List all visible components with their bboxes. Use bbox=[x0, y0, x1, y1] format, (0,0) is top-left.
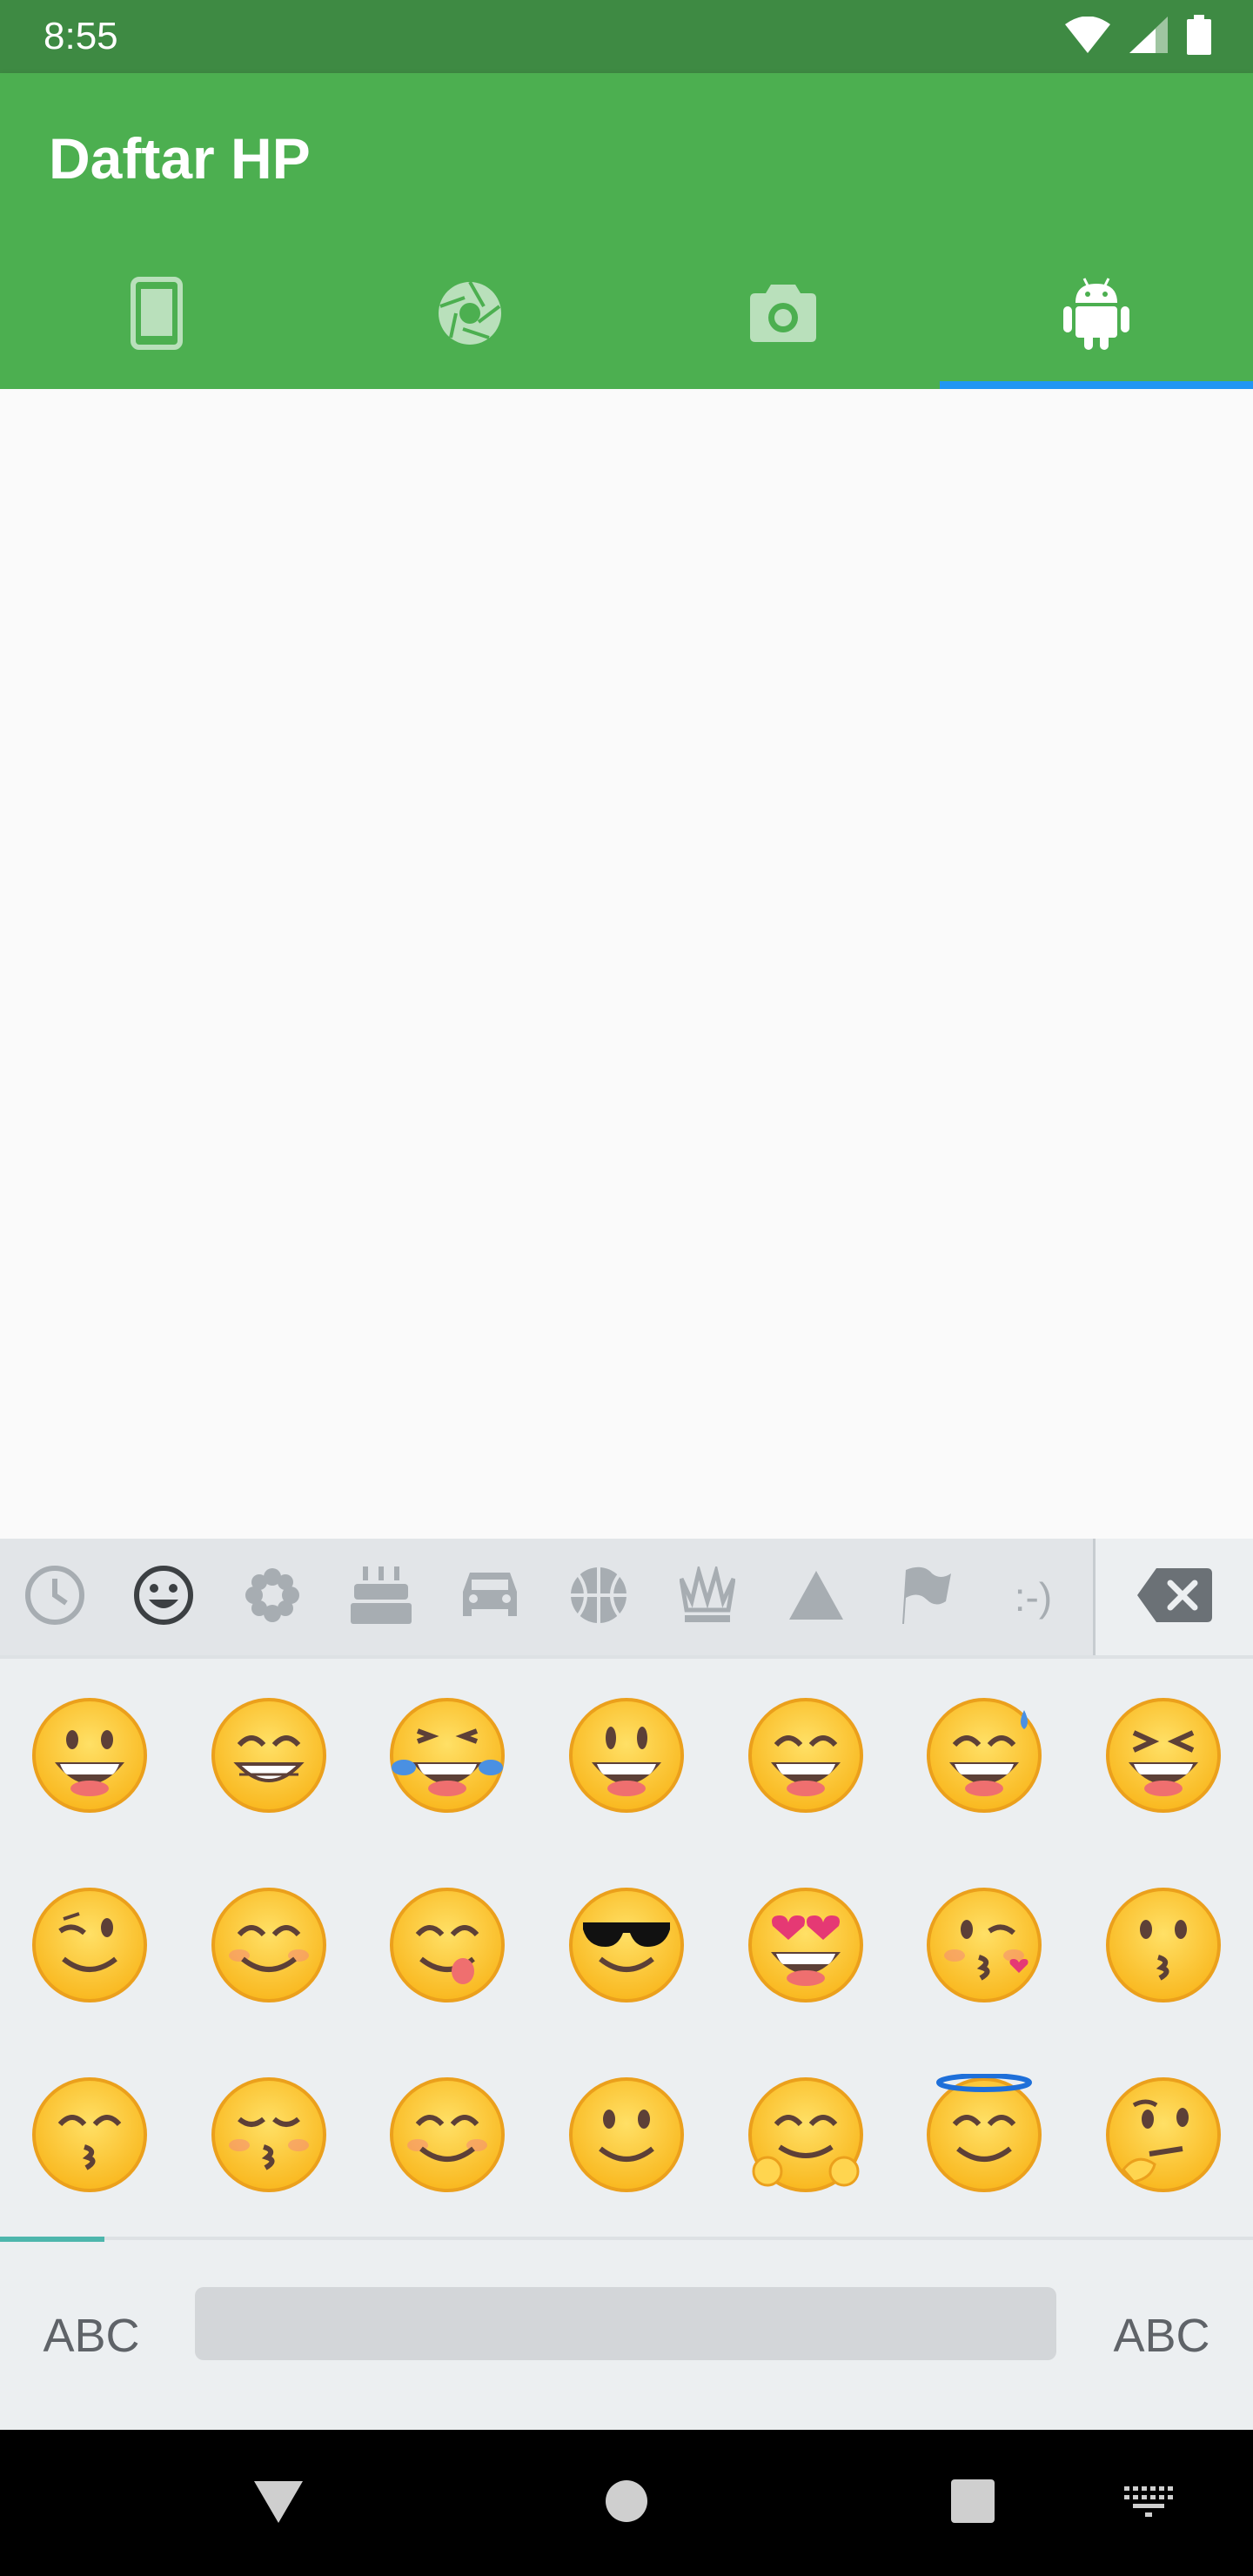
tab-bar bbox=[0, 237, 1253, 389]
emoji-blush[interactable] bbox=[358, 2040, 537, 2230]
back-icon bbox=[252, 2478, 305, 2529]
space-bar[interactable] bbox=[195, 2287, 1056, 2360]
battery-icon bbox=[1187, 14, 1211, 59]
abc-left-button[interactable]: ABC bbox=[0, 2242, 183, 2430]
emoji-smiley[interactable] bbox=[537, 1660, 716, 1850]
recents-icon bbox=[950, 2479, 995, 2528]
emoji-hugging[interactable] bbox=[716, 2040, 895, 2230]
home-button[interactable] bbox=[557, 2430, 696, 2576]
back-button[interactable] bbox=[209, 2430, 348, 2576]
tab-indicator bbox=[940, 381, 1253, 389]
abc-right-button[interactable]: ABC bbox=[1070, 2242, 1253, 2430]
emoji-winking[interactable] bbox=[0, 1850, 179, 2040]
emoji-blowing-kiss[interactable] bbox=[895, 1850, 1074, 2040]
backspace-icon bbox=[1137, 1567, 1212, 1627]
divider bbox=[0, 1655, 1253, 1659]
keyboard-icon bbox=[1122, 2485, 1175, 2522]
category-recent[interactable] bbox=[0, 1539, 109, 1655]
scroll-track bbox=[0, 2237, 1253, 2240]
keyboard-bottom-row: ABC ABC bbox=[0, 2242, 1253, 2430]
android-icon bbox=[1063, 277, 1129, 350]
flower-icon bbox=[244, 1566, 301, 1628]
category-objects[interactable] bbox=[653, 1539, 761, 1655]
emoji-grid bbox=[0, 1660, 1253, 2226]
status-time: 8:55 bbox=[44, 15, 118, 57]
basketball-icon bbox=[568, 1565, 629, 1630]
emoji-grinning-face[interactable] bbox=[0, 1660, 179, 1850]
category-smileys[interactable] bbox=[109, 1539, 218, 1655]
category-nature[interactable] bbox=[218, 1539, 326, 1655]
emoji-squinting-laugh[interactable] bbox=[1074, 1660, 1253, 1850]
emoji-grin-eyes[interactable] bbox=[716, 1660, 895, 1850]
camera-icon bbox=[750, 284, 816, 342]
tab-camera[interactable] bbox=[626, 237, 940, 389]
emoji-slight-smile[interactable] bbox=[537, 2040, 716, 2230]
navigation-bar bbox=[0, 2430, 1253, 2576]
emoji-kissing-closed-eyes[interactable] bbox=[179, 2040, 358, 2230]
emoji-smiling-blush[interactable] bbox=[179, 1850, 358, 2040]
delete-button[interactable] bbox=[1096, 1539, 1253, 1655]
category-food[interactable] bbox=[326, 1539, 435, 1655]
status-icons bbox=[1065, 14, 1211, 59]
status-bar: 8:55 bbox=[0, 0, 1253, 73]
keyboard-switch-button[interactable] bbox=[1079, 2430, 1218, 2576]
category-flags[interactable] bbox=[870, 1539, 979, 1655]
signal-icon bbox=[1129, 16, 1168, 57]
home-icon bbox=[604, 2479, 649, 2528]
emoji-thinking[interactable] bbox=[1074, 2040, 1253, 2230]
app-bar: Daftar HP bbox=[0, 73, 1253, 389]
emoji-halo[interactable] bbox=[895, 2040, 1074, 2230]
tab-aperture[interactable] bbox=[313, 237, 626, 389]
page-title: Daftar HP bbox=[49, 126, 311, 191]
emoji-kissing[interactable] bbox=[1074, 1850, 1253, 2040]
emoji-category-bar: :-) bbox=[0, 1539, 1095, 1655]
triangle-icon bbox=[787, 1569, 845, 1626]
category-emoticons[interactable]: :-) bbox=[979, 1539, 1088, 1655]
tab-phones[interactable] bbox=[0, 237, 313, 389]
emoji-kissing-smiling-eyes[interactable] bbox=[0, 2040, 179, 2230]
emoji-sweat-smile[interactable] bbox=[895, 1660, 1074, 1850]
category-symbols[interactable] bbox=[761, 1539, 870, 1655]
crown-icon bbox=[679, 1562, 735, 1628]
tab-android[interactable] bbox=[940, 237, 1253, 389]
emoticon-label: :-) bbox=[1014, 1574, 1053, 1620]
emoji-beaming-face[interactable] bbox=[179, 1660, 358, 1850]
car-icon bbox=[459, 1569, 520, 1626]
emoji-sunglasses[interactable] bbox=[537, 1850, 716, 2040]
smiley-icon bbox=[133, 1565, 194, 1630]
emoji-keyboard: :-) ABC ABC bbox=[0, 1539, 1253, 2430]
content-area bbox=[0, 389, 1253, 1538]
emoji-heart-eyes[interactable] bbox=[716, 1850, 895, 2040]
cake-icon bbox=[350, 1566, 412, 1628]
smartphone-icon bbox=[131, 276, 183, 350]
camera-aperture-icon bbox=[437, 280, 503, 346]
wifi-icon bbox=[1065, 16, 1110, 57]
flag-icon bbox=[897, 1566, 953, 1628]
category-travel[interactable] bbox=[435, 1539, 544, 1655]
recents-button[interactable] bbox=[903, 2430, 1042, 2576]
category-activities[interactable] bbox=[544, 1539, 653, 1655]
emoji-tears-of-joy[interactable] bbox=[358, 1660, 537, 1850]
category-divider bbox=[1093, 1539, 1096, 1655]
emoji-yum-tongue[interactable] bbox=[358, 1850, 537, 2040]
recent-clock-icon bbox=[24, 1565, 85, 1630]
